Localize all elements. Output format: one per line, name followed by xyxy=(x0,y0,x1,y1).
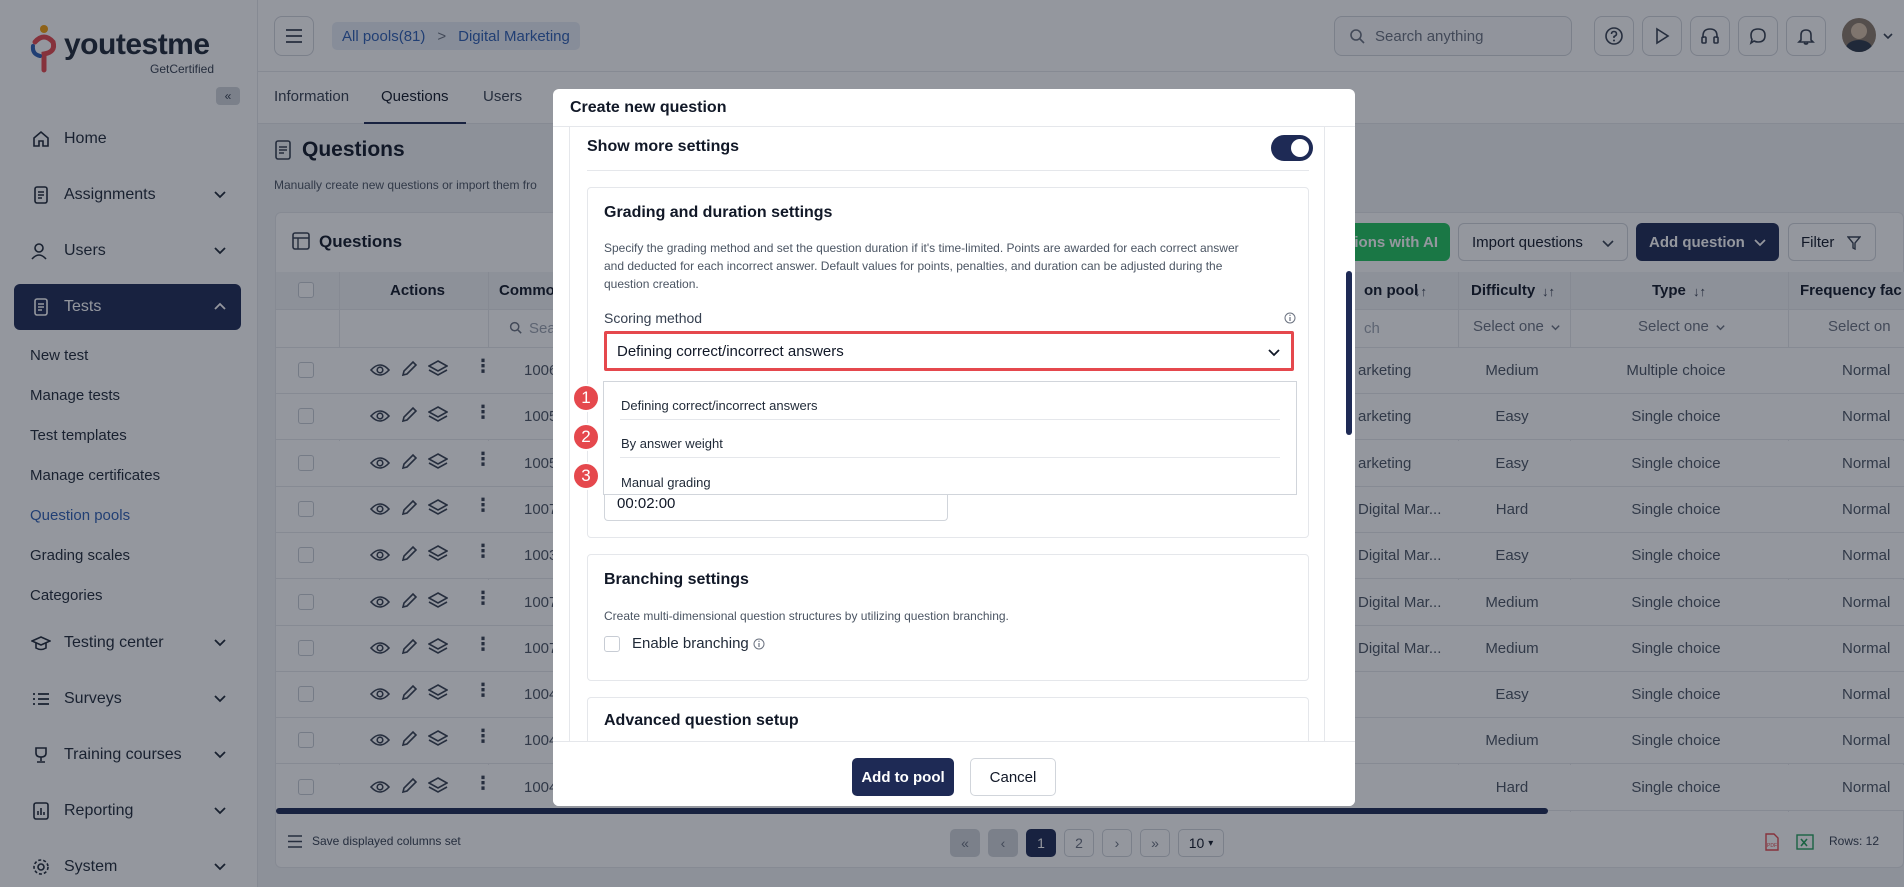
add-to-pool-label: Add to pool xyxy=(861,768,945,786)
option-manual-grading[interactable]: Manual grading xyxy=(621,475,711,490)
step-badge-2: 2 xyxy=(572,423,600,451)
cancel-label: Cancel xyxy=(989,768,1037,786)
duration-value: 00:02:00 xyxy=(617,495,676,512)
branching-settings-section: Branching settings Create multi-dimensio… xyxy=(587,554,1309,681)
option-correct-incorrect[interactable]: Defining correct/incorrect answers xyxy=(621,398,818,413)
grading-description-line-1: Specify the grading method and set the q… xyxy=(604,241,1239,255)
settings-divider xyxy=(587,170,1309,171)
modal-scrollbar[interactable] xyxy=(1346,271,1352,435)
badge-number: 3 xyxy=(581,466,591,485)
grading-description-line-3: question creation. xyxy=(604,277,699,291)
step-badge-3: 3 xyxy=(572,462,600,490)
grading-description-line-2: and deducted for each incorrect answer. … xyxy=(604,259,1223,273)
modal-title: Create new question xyxy=(570,99,727,116)
scoring-method-label: Scoring method xyxy=(604,310,703,326)
chevron-down-icon xyxy=(1267,345,1281,359)
advanced-section-title: Advanced question setup xyxy=(604,712,799,729)
create-question-modal: Create new question Show more settings G… xyxy=(553,89,1355,806)
info-icon[interactable] xyxy=(753,638,765,650)
branching-description: Create multi-dimensional question struct… xyxy=(604,609,1009,623)
modal-footer: Add to pool Cancel xyxy=(553,741,1355,806)
add-to-pool-button[interactable]: Add to pool xyxy=(852,758,954,796)
dropdown-divider xyxy=(620,457,1280,458)
enable-branching-checkbox[interactable] xyxy=(604,636,620,652)
step-badge-1: 1 xyxy=(572,384,600,412)
enable-branching-label[interactable]: Enable branching xyxy=(632,635,749,652)
grading-section-title: Grading and duration settings xyxy=(604,204,833,221)
show-more-settings-label: Show more settings xyxy=(587,138,740,155)
cancel-button[interactable]: Cancel xyxy=(970,758,1056,796)
badge-number: 2 xyxy=(581,427,591,446)
branching-section-title: Branching settings xyxy=(604,571,749,588)
info-icon[interactable] xyxy=(1284,312,1296,324)
option-answer-weight[interactable]: By answer weight xyxy=(621,436,723,451)
scoring-method-select[interactable]: Defining correct/incorrect answers xyxy=(604,331,1294,371)
show-more-settings-toggle[interactable] xyxy=(1271,135,1313,161)
dropdown-divider xyxy=(620,419,1280,420)
scoring-method-value: Defining correct/incorrect answers xyxy=(617,343,844,360)
badge-number: 1 xyxy=(581,388,591,407)
